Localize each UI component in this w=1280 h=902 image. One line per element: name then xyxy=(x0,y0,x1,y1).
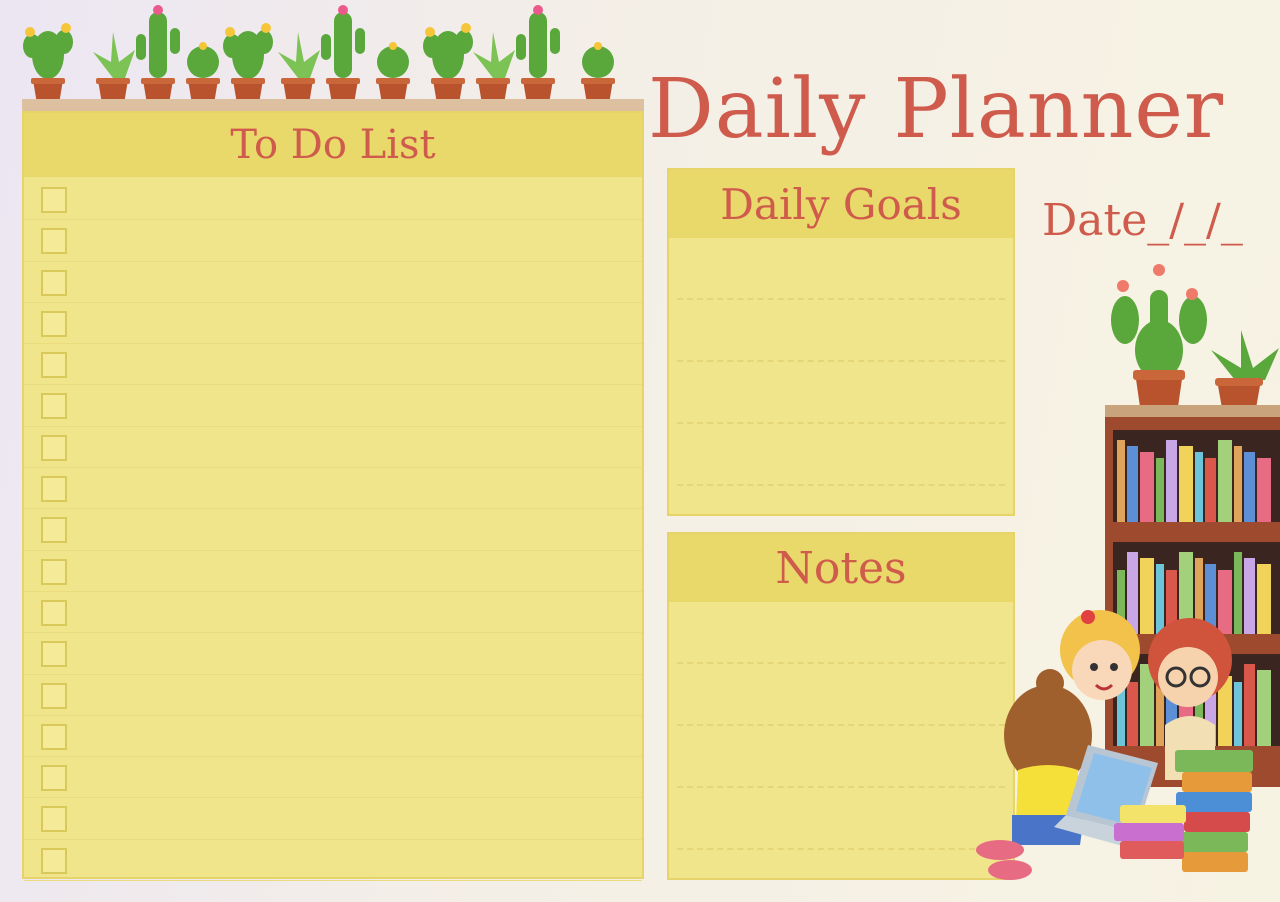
todo-row[interactable] xyxy=(24,179,642,221)
notes-line[interactable] xyxy=(677,602,1005,664)
daily-goals-heading: Daily Goals xyxy=(669,170,1013,238)
todo-checkbox[interactable] xyxy=(41,599,67,626)
potted-cactus-icon xyxy=(186,42,220,104)
todo-checkbox[interactable] xyxy=(41,393,67,420)
potted-cactus-icon xyxy=(93,32,135,104)
daily-goals-panel: Daily Goals xyxy=(667,168,1015,516)
shelf-book xyxy=(1127,446,1138,522)
todo-checkbox[interactable] xyxy=(41,310,67,337)
blonde-girl-icon xyxy=(1060,610,1140,700)
todo-checkbox[interactable] xyxy=(41,228,67,255)
shelf-book xyxy=(1218,440,1232,522)
todo-row[interactable] xyxy=(24,757,642,799)
daily-goals-line[interactable] xyxy=(677,300,1005,362)
todo-checkbox[interactable] xyxy=(41,558,67,585)
potted-cactus-icon xyxy=(23,23,73,104)
shelf-book xyxy=(1195,452,1203,522)
todo-row[interactable] xyxy=(24,262,642,303)
shelf-book xyxy=(1179,446,1193,522)
daily-goals-line[interactable] xyxy=(677,362,1005,424)
shelf-book xyxy=(1156,458,1164,522)
todo-row[interactable] xyxy=(24,468,642,510)
todo-checkbox[interactable] xyxy=(41,352,67,379)
todo-row[interactable] xyxy=(24,344,642,386)
potted-cactus-icon xyxy=(423,23,473,104)
daily-goals-line[interactable] xyxy=(677,424,1005,486)
shelf-book xyxy=(1257,458,1271,522)
potted-cactus-icon xyxy=(278,32,320,104)
potted-cactus-icon xyxy=(473,32,515,104)
todo-checkbox[interactable] xyxy=(41,476,67,503)
notes-line[interactable] xyxy=(677,788,1005,850)
potted-cactus-icon xyxy=(321,5,365,104)
todo-checkbox[interactable] xyxy=(41,847,67,874)
potted-cactus-icon xyxy=(136,5,180,104)
todo-list-rows xyxy=(24,179,642,882)
todo-checkbox[interactable] xyxy=(41,682,67,709)
todo-checkbox[interactable] xyxy=(41,269,67,296)
page-title: Daily Planner xyxy=(648,62,1225,157)
cactus-row-decoration xyxy=(23,5,615,104)
daily-goals-line[interactable] xyxy=(677,238,1005,300)
todo-row[interactable] xyxy=(24,220,642,262)
shelf-book xyxy=(1205,458,1216,522)
shelf-book xyxy=(1234,446,1242,522)
daily-goals-lines xyxy=(677,238,1005,486)
todo-checkbox[interactable] xyxy=(41,806,67,833)
todo-row[interactable] xyxy=(24,551,642,592)
date-label: Date_/_/_ xyxy=(1042,195,1243,246)
todo-checkbox[interactable] xyxy=(41,434,67,461)
todo-list-heading: To Do List xyxy=(24,113,642,177)
notes-panel: Notes xyxy=(667,532,1015,880)
todo-checkbox[interactable] xyxy=(41,517,67,544)
shelf-book xyxy=(1166,440,1177,522)
todo-row[interactable] xyxy=(24,303,642,345)
todo-checkbox[interactable] xyxy=(41,641,67,668)
todo-row[interactable] xyxy=(24,509,642,551)
cactus-plant-icon xyxy=(1111,264,1207,414)
shelf-book xyxy=(1117,440,1125,522)
todo-row[interactable] xyxy=(24,592,642,634)
shelf-book xyxy=(1244,452,1255,522)
todo-row[interactable] xyxy=(24,798,642,840)
notes-line[interactable] xyxy=(677,726,1005,788)
todo-row[interactable] xyxy=(24,633,642,675)
notes-lines xyxy=(677,602,1005,850)
todo-checkbox[interactable] xyxy=(41,765,67,792)
potted-cactus-icon xyxy=(376,42,410,104)
todo-row[interactable] xyxy=(24,427,642,469)
todo-list-panel: To Do List xyxy=(22,111,644,882)
shelf-book xyxy=(1140,452,1154,522)
todo-row[interactable] xyxy=(24,385,642,427)
brunette-girl-icon xyxy=(976,669,1092,880)
todo-row[interactable] xyxy=(24,675,642,716)
potted-cactus-icon xyxy=(223,23,273,104)
notes-heading: Notes xyxy=(669,534,1013,602)
todo-row[interactable] xyxy=(24,716,642,758)
children-reading-illustration xyxy=(976,610,1253,880)
todo-checkbox[interactable] xyxy=(41,187,67,213)
notes-line[interactable] xyxy=(677,664,1005,726)
potted-cactus-icon xyxy=(581,42,615,104)
todo-checkbox[interactable] xyxy=(41,723,67,750)
succulent-plant-icon xyxy=(1211,330,1279,414)
todo-row[interactable] xyxy=(24,840,642,882)
potted-cactus-icon xyxy=(516,5,560,104)
